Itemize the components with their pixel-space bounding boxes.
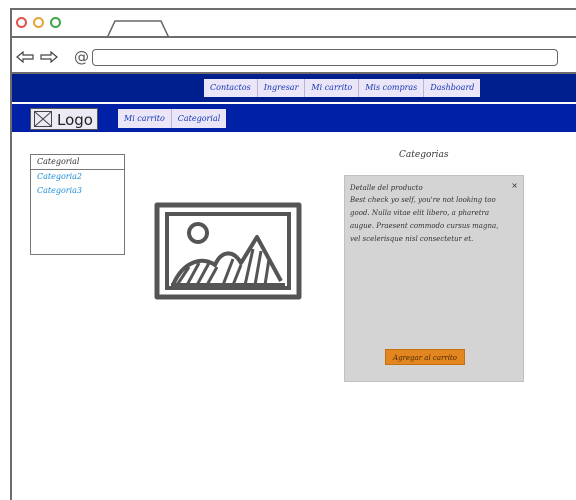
add-to-cart-button[interactable]: Agregar al carrito (385, 349, 465, 365)
category-list: Categorial Categoria2 Categoria3 (30, 154, 125, 255)
arrow-left-icon[interactable] (16, 50, 34, 64)
image-placeholder-icon (154, 202, 302, 300)
url-input[interactable] (92, 49, 558, 66)
brand-nav-categorial[interactable]: Categorial (171, 109, 227, 128)
logo-text: Logo (57, 111, 93, 129)
browser-tab[interactable] (107, 20, 169, 38)
logo[interactable]: Logo (30, 108, 98, 130)
maximize-window-icon[interactable] (50, 17, 61, 28)
panel-description: Best check yo self, you're not looking t… (350, 196, 499, 243)
nav-mi-carrito[interactable]: Mi carrito (305, 79, 360, 97)
panel-title: Categorias (399, 150, 449, 160)
close-window-icon[interactable] (16, 17, 27, 28)
nav-mis-compras[interactable]: Mis compras (359, 79, 425, 97)
category-item[interactable]: Categorial (31, 155, 124, 170)
panel-heading: Detalle del producto (350, 184, 423, 192)
nav-contactos[interactable]: Contactos (204, 79, 258, 97)
arrow-right-icon[interactable] (40, 50, 58, 64)
address-bar: @ (12, 40, 576, 74)
nav-dashboard[interactable]: Dashboard (424, 79, 481, 97)
at-icon: @ (74, 48, 89, 66)
minimize-window-icon[interactable] (33, 17, 44, 28)
category-item[interactable]: Categoria2 (31, 170, 124, 184)
brand-bar: Logo Mi carrito Categorial (12, 104, 576, 132)
logo-placeholder-icon (34, 111, 52, 127)
product-detail-panel: × Detalle del producto Best check yo sel… (344, 175, 524, 382)
close-icon[interactable]: × (511, 181, 518, 190)
top-navbar: Contactos Ingresar Mi carrito Mis compra… (12, 74, 576, 102)
brand-nav-mi-carrito[interactable]: Mi carrito (118, 109, 172, 128)
nav-ingresar[interactable]: Ingresar (257, 79, 306, 97)
category-item[interactable]: Categoria3 (31, 184, 124, 198)
browser-titlebar (12, 10, 576, 38)
